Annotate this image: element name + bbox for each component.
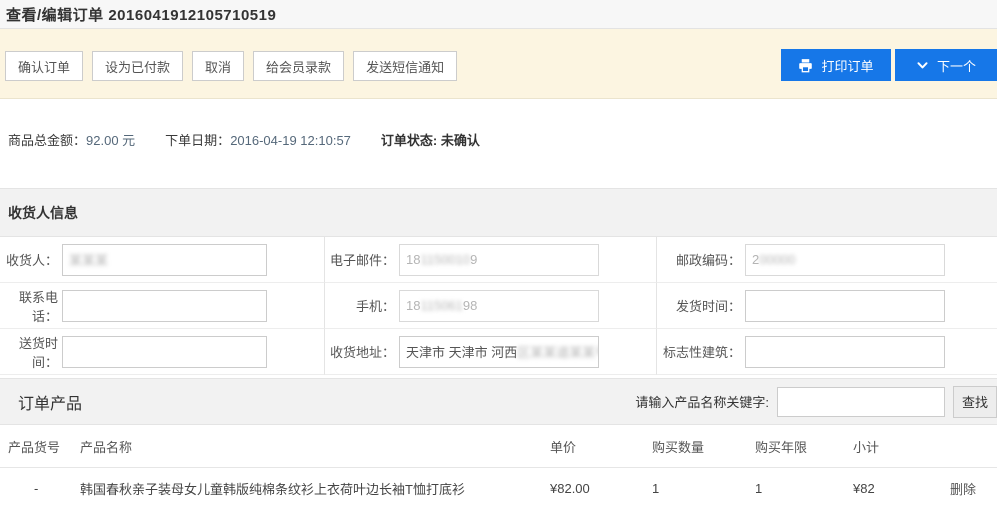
- field-consignee: 收货人： 某某某: [0, 237, 325, 283]
- confirm-order-button[interactable]: 确认订单: [5, 51, 83, 81]
- products-section-header: 订单产品 请输入产品名称关键字: 查找: [0, 378, 997, 425]
- mobile-input[interactable]: 1811506198: [399, 290, 599, 322]
- recipient-form: 收货人： 某某某 电子邮件： 1811500109 邮政编码： 200000 联…: [0, 237, 997, 375]
- product-qty: 1: [652, 481, 755, 496]
- postcode-input[interactable]: 200000: [745, 244, 945, 276]
- order-total: 商品总金额：92.00 元: [8, 130, 135, 149]
- delivery-time-input[interactable]: [62, 336, 267, 368]
- col-sku: 产品货号: [8, 437, 80, 456]
- field-ship-time: 发货时间：: [657, 283, 997, 329]
- field-email: 电子邮件： 1811500109: [325, 237, 657, 283]
- field-phone: 联系电话：: [0, 283, 325, 329]
- delete-product-link[interactable]: 删除: [950, 479, 997, 498]
- field-mobile: 手机： 1811506198: [325, 283, 657, 329]
- product-subtotal: ¥82: [853, 481, 950, 496]
- address-label: 收货地址：: [325, 342, 395, 361]
- products-section-title: 订单产品: [18, 390, 82, 414]
- email-input[interactable]: 1811500109: [399, 244, 599, 276]
- ship-time-label: 发货时间：: [657, 296, 741, 315]
- cancel-button[interactable]: 取消: [192, 51, 244, 81]
- phone-input[interactable]: [62, 290, 267, 322]
- set-paid-button[interactable]: 设为已付款: [92, 51, 183, 81]
- redacted-text: 115061: [420, 298, 462, 313]
- delivery-time-label: 送货时间：: [0, 333, 58, 371]
- address-input[interactable]: 天津市 天津市 河西区某某道某某号现: [399, 336, 599, 368]
- order-total-label: 商品总金额：: [8, 133, 86, 148]
- order-date: 下单日期：2016-04-19 12:10:57: [165, 130, 351, 149]
- page-title: 查看/编辑订单 2016041912105710519: [6, 4, 276, 25]
- send-sms-button[interactable]: 发送短信通知: [353, 51, 457, 81]
- redacted-text: 1150010: [420, 252, 470, 267]
- consignee-input[interactable]: 某某某: [62, 244, 267, 276]
- order-total-value: 92.00 元: [86, 133, 135, 148]
- order-summary: 商品总金额：92.00 元 下单日期：2016-04-19 12:10:57 订…: [0, 99, 997, 188]
- order-date-label: 下单日期：: [165, 133, 230, 148]
- consignee-label: 收货人：: [0, 250, 58, 269]
- product-search-input[interactable]: [777, 387, 945, 417]
- mobile-label: 手机：: [325, 296, 395, 315]
- order-action-bar: 确认订单 设为已付款 取消 给会员录款 发送短信通知 打印订单 下一个: [0, 29, 997, 99]
- product-search-label: 请输入产品名称关键字:: [635, 392, 769, 411]
- table-row: - 韩国春秋亲子装母女儿童韩版纯棉条纹衫上衣荷叶边长袖T恤打底衫 ¥82.00 …: [0, 468, 997, 508]
- redacted-text: 某某某: [69, 250, 108, 269]
- chevron-down-icon: [916, 59, 929, 72]
- recipient-section-title: 收货人信息: [8, 203, 78, 223]
- product-name: 韩国春秋亲子装母女儿童韩版纯棉条纹衫上衣荷叶边长袖T恤打底衫: [80, 479, 550, 498]
- redacted-text: 00000: [759, 252, 795, 267]
- record-payment-button[interactable]: 给会员录款: [253, 51, 344, 81]
- col-price: 单价: [550, 437, 652, 456]
- col-subtotal: 小计: [853, 437, 950, 456]
- recipient-section-header: 收货人信息: [0, 188, 997, 237]
- printer-icon: [798, 58, 813, 73]
- next-order-button[interactable]: 下一个: [895, 49, 997, 81]
- page-header: 查看/编辑订单 2016041912105710519: [0, 0, 997, 29]
- product-search: 请输入产品名称关键字: 查找: [635, 386, 997, 418]
- order-status-label: 订单状态:: [381, 133, 441, 148]
- print-order-label: 打印订单: [821, 56, 873, 75]
- col-years: 购买年限: [755, 437, 853, 456]
- order-nav-actions: 打印订单 下一个: [781, 49, 997, 81]
- order-status: 订单状态: 未确认: [381, 130, 480, 149]
- print-order-button[interactable]: 打印订单: [781, 49, 891, 81]
- ship-time-input[interactable]: [745, 290, 945, 322]
- products-table-header: 产品货号 产品名称 单价 购买数量 购买年限 小计: [0, 425, 997, 468]
- product-sku: -: [8, 481, 80, 496]
- order-actions: 确认订单 设为已付款 取消 给会员录款 发送短信通知: [5, 51, 457, 81]
- landmark-input[interactable]: [745, 336, 945, 368]
- postcode-label: 邮政编码：: [657, 250, 741, 269]
- order-status-badge: 未确认: [441, 133, 480, 148]
- product-search-button[interactable]: 查找: [953, 386, 997, 418]
- col-qty: 购买数量: [652, 437, 755, 456]
- next-order-label: 下一个: [937, 56, 976, 75]
- redacted-text: 区某某道某某号: [517, 342, 599, 361]
- product-years: 1: [755, 481, 853, 496]
- field-address: 收货地址： 天津市 天津市 河西区某某道某某号现: [325, 329, 657, 375]
- field-delivery-time: 送货时间：: [0, 329, 325, 375]
- order-date-value: 2016-04-19 12:10:57: [230, 133, 351, 148]
- product-price: ¥82.00: [550, 481, 652, 496]
- landmark-label: 标志性建筑：: [657, 342, 741, 361]
- email-label: 电子邮件：: [325, 250, 395, 269]
- field-postcode: 邮政编码： 200000: [657, 237, 997, 283]
- col-name: 产品名称: [80, 437, 550, 456]
- field-landmark: 标志性建筑：: [657, 329, 997, 375]
- phone-label: 联系电话：: [0, 287, 58, 325]
